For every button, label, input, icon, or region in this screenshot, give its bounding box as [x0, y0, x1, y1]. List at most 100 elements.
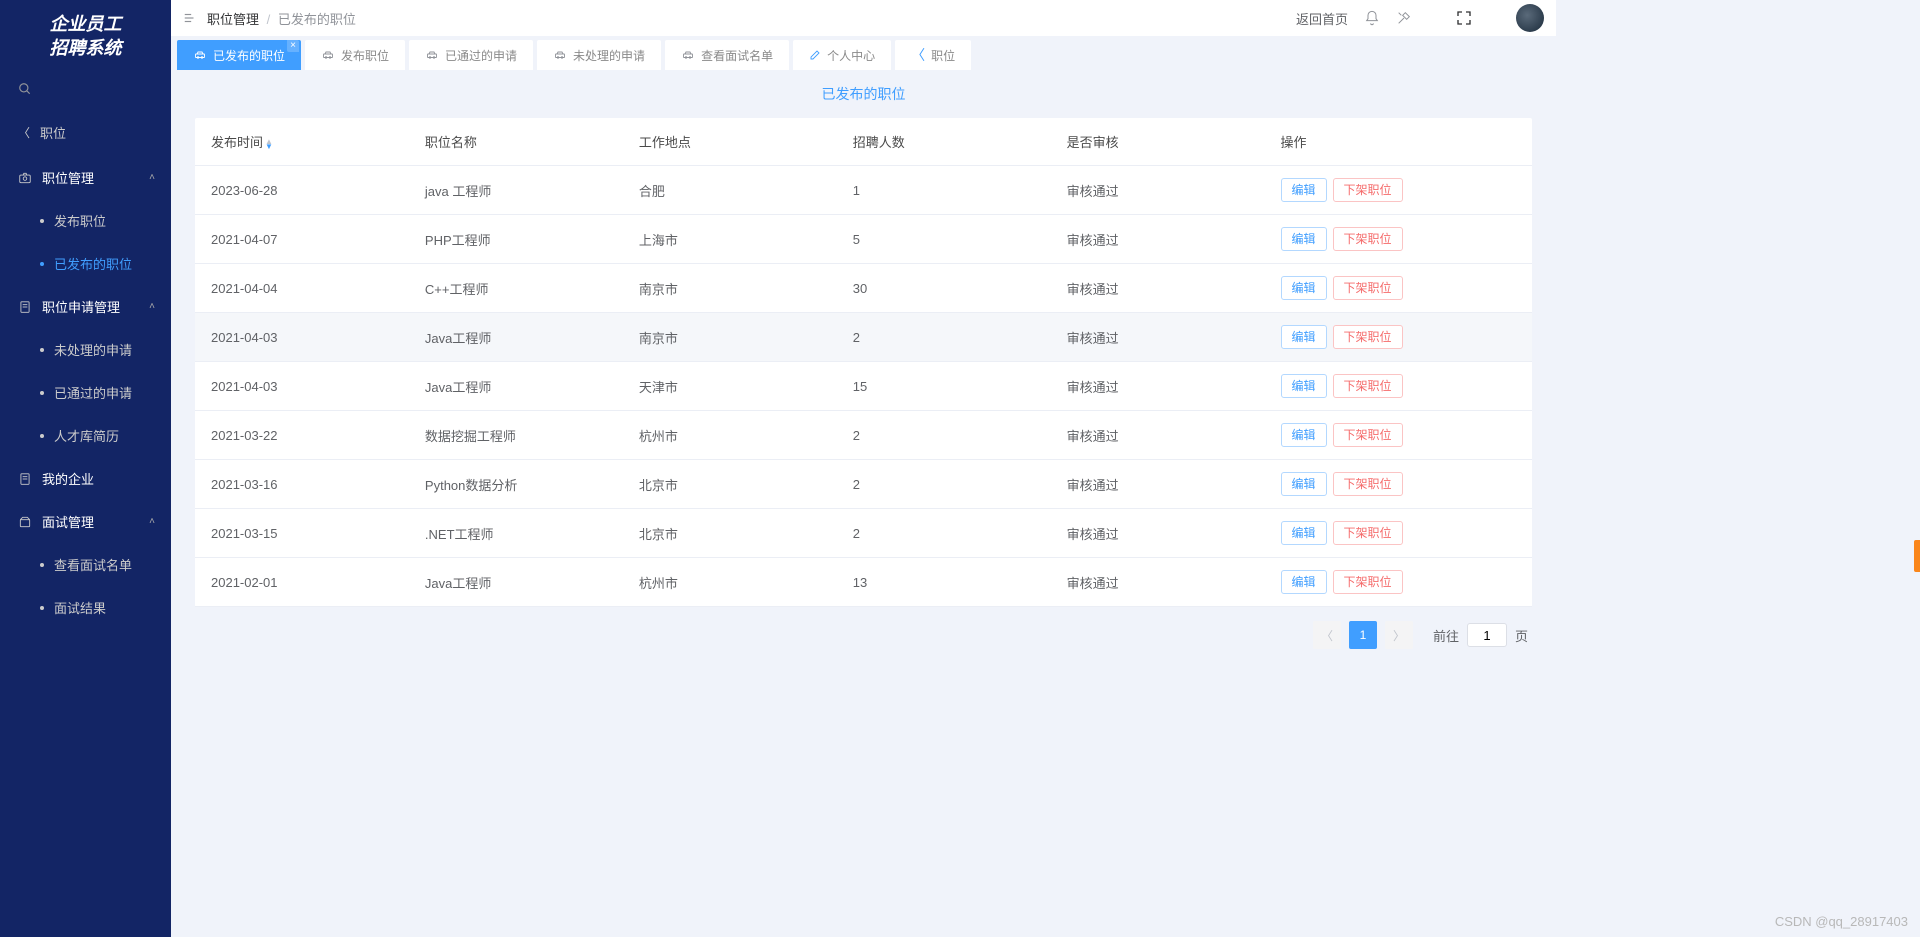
- watermark: CSDN @qq_28917403: [1775, 914, 1908, 929]
- edit-button[interactable]: 编辑: [1281, 472, 1327, 496]
- menu-item-0-1[interactable]: 已发布的职位: [0, 242, 171, 285]
- breadcrumb-l2: 已发布的职位: [278, 12, 356, 27]
- col-0[interactable]: 发布时间▲▼: [195, 118, 409, 166]
- breadcrumb-l1[interactable]: 职位管理: [207, 12, 259, 27]
- menu-icon: [18, 515, 32, 529]
- tab-label: 查看面试名单: [701, 47, 773, 64]
- menu-item-1-2[interactable]: 人才库简历: [0, 414, 171, 457]
- cell-audit: 审核通过: [1051, 166, 1265, 215]
- cell-audit: 审核通过: [1051, 509, 1265, 558]
- app-title-line1: 企业员工: [0, 12, 171, 36]
- tab-label: 个人中心: [827, 47, 875, 64]
- cell-count: 2: [837, 460, 1051, 509]
- menu-group-0[interactable]: 职位管理˄: [0, 156, 171, 199]
- edit-icon: [809, 49, 821, 61]
- tab-2[interactable]: 已通过的申请: [409, 40, 533, 70]
- cell-count: 2: [837, 509, 1051, 558]
- col-label: 操作: [1281, 135, 1307, 150]
- breadcrumb-sep: /: [267, 12, 271, 27]
- goto-input[interactable]: [1467, 623, 1507, 647]
- menu-icon: [18, 171, 32, 185]
- menu-item-1-1[interactable]: 已通过的申请: [0, 371, 171, 414]
- car-icon: [193, 49, 207, 61]
- table-row: 2021-04-03Java工程师天津市15审核通过编辑下架职位: [195, 362, 1532, 411]
- menu-group-3[interactable]: 面试管理˄: [0, 500, 171, 543]
- cell-loc: 南京市: [623, 264, 837, 313]
- menu-group-label: 职位管理: [42, 168, 94, 187]
- menu-group-1[interactable]: 职位申请管理˄: [0, 285, 171, 328]
- menu-item-1-0[interactable]: 未处理的申请: [0, 328, 171, 371]
- edit-button[interactable]: 编辑: [1281, 570, 1327, 594]
- page-number-1[interactable]: 1: [1349, 621, 1377, 649]
- cell-date: 2021-02-01: [195, 558, 409, 607]
- menu-item-3-0[interactable]: 查看面试名单: [0, 543, 171, 586]
- chevron-up-icon: ˄: [149, 301, 155, 312]
- car-icon: [553, 49, 567, 61]
- col-label: 是否审核: [1067, 135, 1119, 150]
- sidebar-search[interactable]: [0, 72, 171, 109]
- cell-name: .NET工程师: [409, 509, 623, 558]
- menu-group-2[interactable]: 我的企业: [0, 457, 171, 500]
- cell-date: 2021-04-03: [195, 362, 409, 411]
- goto-prefix: 前往: [1433, 626, 1459, 645]
- edit-button[interactable]: 编辑: [1281, 521, 1327, 545]
- page-prev[interactable]: 〈: [1313, 621, 1341, 649]
- edit-button[interactable]: 编辑: [1281, 276, 1327, 300]
- tab-6[interactable]: 〈职位: [895, 40, 971, 70]
- sort-icon[interactable]: ▲▼: [265, 139, 273, 149]
- menu-item-label: 发布职位: [54, 211, 106, 230]
- cell-loc: 杭州市: [623, 558, 837, 607]
- edit-button[interactable]: 编辑: [1281, 178, 1327, 202]
- menu-collapse-icon[interactable]: [183, 11, 197, 25]
- bell-icon[interactable]: [1364, 10, 1380, 26]
- sidebar-back[interactable]: 〈 职位: [0, 109, 171, 156]
- table-row: 2021-03-22数据挖掘工程师杭州市2审核通过编辑下架职位: [195, 411, 1532, 460]
- cell-actions: 编辑下架职位: [1265, 411, 1532, 460]
- cell-actions: 编辑下架职位: [1265, 264, 1532, 313]
- app-logo: 企业员工 招聘系统: [0, 0, 171, 72]
- tab-5[interactable]: 个人中心: [793, 40, 891, 70]
- remove-button[interactable]: 下架职位: [1333, 423, 1403, 447]
- remove-button[interactable]: 下架职位: [1333, 276, 1403, 300]
- edit-button[interactable]: 编辑: [1281, 325, 1327, 349]
- cell-audit: 审核通过: [1051, 215, 1265, 264]
- sidebar: 企业员工 招聘系统 〈 职位 职位管理˄发布职位已发布的职位职位申请管理˄未处理…: [0, 0, 171, 937]
- fullscreen-icon[interactable]: [1456, 10, 1472, 26]
- avatar[interactable]: [1516, 4, 1544, 32]
- tab-bar: 已发布的职位×发布职位已通过的申请未处理的申请查看面试名单个人中心〈职位: [171, 36, 1556, 70]
- tab-label: 已发布的职位: [213, 47, 285, 64]
- remove-button[interactable]: 下架职位: [1333, 374, 1403, 398]
- tab-0[interactable]: 已发布的职位×: [177, 40, 301, 70]
- cell-count: 2: [837, 313, 1051, 362]
- cell-loc: 合肥: [623, 166, 837, 215]
- dot-icon: [40, 434, 44, 438]
- dot-icon: [40, 391, 44, 395]
- menu-item-3-1[interactable]: 面试结果: [0, 586, 171, 629]
- remove-button[interactable]: 下架职位: [1333, 227, 1403, 251]
- cell-count: 15: [837, 362, 1051, 411]
- home-link[interactable]: 返回首页: [1296, 9, 1348, 28]
- cell-name: Java工程师: [409, 313, 623, 362]
- remove-button[interactable]: 下架职位: [1333, 325, 1403, 349]
- tab-3[interactable]: 未处理的申请: [537, 40, 661, 70]
- close-icon[interactable]: ×: [287, 40, 299, 52]
- cell-loc: 南京市: [623, 313, 837, 362]
- tab-1[interactable]: 发布职位: [305, 40, 405, 70]
- side-widget[interactable]: [1914, 540, 1920, 572]
- remove-button[interactable]: 下架职位: [1333, 521, 1403, 545]
- menu-item-0-0[interactable]: 发布职位: [0, 199, 171, 242]
- tab-4[interactable]: 查看面试名单: [665, 40, 789, 70]
- table-row: 2023-06-28java 工程师合肥1审核通过编辑下架职位: [195, 166, 1532, 215]
- cell-date: 2021-03-15: [195, 509, 409, 558]
- edit-button[interactable]: 编辑: [1281, 423, 1327, 447]
- cell-count: 1: [837, 166, 1051, 215]
- remove-button[interactable]: 下架职位: [1333, 178, 1403, 202]
- cell-audit: 审核通过: [1051, 362, 1265, 411]
- page-next[interactable]: 〉: [1385, 621, 1413, 649]
- edit-button[interactable]: 编辑: [1281, 227, 1327, 251]
- menu-icon: [18, 300, 32, 314]
- edit-button[interactable]: 编辑: [1281, 374, 1327, 398]
- remove-button[interactable]: 下架职位: [1333, 472, 1403, 496]
- remove-button[interactable]: 下架职位: [1333, 570, 1403, 594]
- tools-icon[interactable]: [1396, 10, 1412, 26]
